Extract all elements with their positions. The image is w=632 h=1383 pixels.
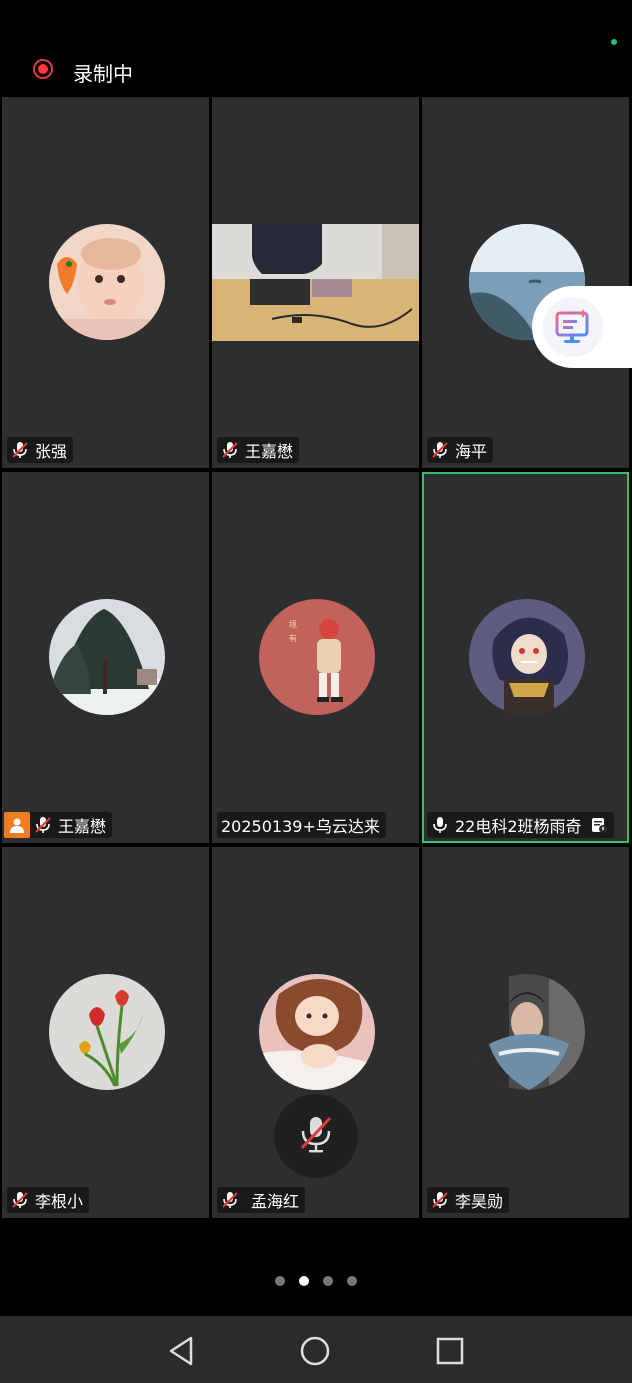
participant-name-tag: 李昊勋 — [427, 1187, 510, 1213]
mic-muted-icon — [431, 1191, 449, 1209]
mic-muted-icon — [11, 441, 29, 459]
back-icon[interactable] — [164, 1334, 198, 1368]
mic-on-icon — [431, 816, 449, 834]
mic-muted-icon — [221, 441, 239, 459]
participant-tile[interactable]: 境 有 20250139+乌云达来 — [212, 472, 419, 843]
participant-name-tag: 孟海红 — [217, 1187, 306, 1213]
recording-label[interactable]: 录制中 — [73, 58, 133, 87]
participant-tile-active-speaker[interactable]: 22电科2班杨雨奇 — [422, 472, 629, 843]
mic-muted-icon — [11, 1191, 29, 1209]
participant-name-tag: 22电科2班杨雨奇 — [427, 812, 614, 838]
participant-name: 张强 — [35, 442, 68, 461]
top-bar: 录制中 — [0, 0, 632, 96]
network-status-icon — [590, 816, 608, 834]
home-icon[interactable] — [298, 1334, 332, 1368]
svg-text:有: 有 — [289, 633, 297, 643]
participant-tile[interactable]: 海平 — [422, 97, 629, 468]
record-icon[interactable] — [33, 59, 53, 79]
mic-muted-icon — [34, 816, 52, 834]
camera-indicator-dot — [611, 39, 617, 45]
participant-name-tag: 王嘉懋 — [4, 812, 113, 838]
page-dot[interactable] — [347, 1276, 357, 1286]
participant-name: 李根小 — [35, 1192, 84, 1211]
page-indicator[interactable] — [0, 1276, 632, 1292]
participant-tile[interactable]: 李根小 — [2, 847, 209, 1218]
anime-character-avatar — [469, 599, 585, 715]
participant-name-tag: 20250139+乌云达来 — [217, 812, 386, 838]
participant-name-tag: 王嘉懋 — [217, 437, 300, 463]
screen-share-icon — [4, 812, 30, 838]
participant-grid: 张强 王嘉懋 海平 王嘉懋 境 有 20250139+乌云达来 22电科2班杨雨… — [0, 97, 632, 1219]
participant-tile[interactable]: 王嘉懋 — [212, 97, 419, 468]
camera-video-feed — [212, 224, 419, 341]
baby-photo-avatar — [49, 224, 165, 340]
tulip-flowers-avatar — [49, 974, 165, 1090]
mic-muted-icon — [298, 1114, 334, 1158]
participant-name: 20250139+乌云达来 — [221, 817, 380, 836]
recent-apps-icon[interactable] — [433, 1334, 467, 1368]
participant-name-tag: 张强 — [7, 437, 74, 463]
floating-screen-assist-button[interactable] — [532, 286, 632, 368]
participant-name: 22电科2班杨雨奇 — [455, 817, 582, 836]
participant-name: 王嘉懋 — [58, 817, 107, 836]
page-dot-current[interactable] — [299, 1276, 309, 1286]
mic-muted-icon — [221, 1191, 239, 1209]
participant-name: 海平 — [455, 442, 488, 461]
person-scarf-avatar — [469, 974, 585, 1090]
participant-name: 王嘉懋 — [245, 442, 294, 461]
page-dot[interactable] — [323, 1276, 333, 1286]
system-navigation-bar — [0, 1316, 632, 1383]
mute-toggle-button[interactable] — [274, 1094, 358, 1178]
page-dot[interactable] — [275, 1276, 285, 1286]
screen-assist-icon — [543, 297, 603, 357]
participant-tile[interactable]: 李昊勋 — [422, 847, 629, 1218]
participant-name-tag: 海平 — [427, 437, 494, 463]
svg-text:境: 境 — [289, 619, 297, 629]
participant-name: 李昊勋 — [455, 1192, 504, 1211]
snow-trees-avatar — [49, 599, 165, 715]
participant-tile[interactable]: 王嘉懋 — [2, 472, 209, 843]
mic-muted-icon — [431, 441, 449, 459]
mother-baby-illustration-avatar — [259, 974, 375, 1090]
participant-name-tag: 李根小 — [7, 1187, 90, 1213]
participant-name: 孟海红 — [251, 1192, 300, 1211]
participant-tile[interactable]: 张强 — [2, 97, 209, 468]
cartoon-girl-avatar: 境 有 — [259, 599, 375, 715]
